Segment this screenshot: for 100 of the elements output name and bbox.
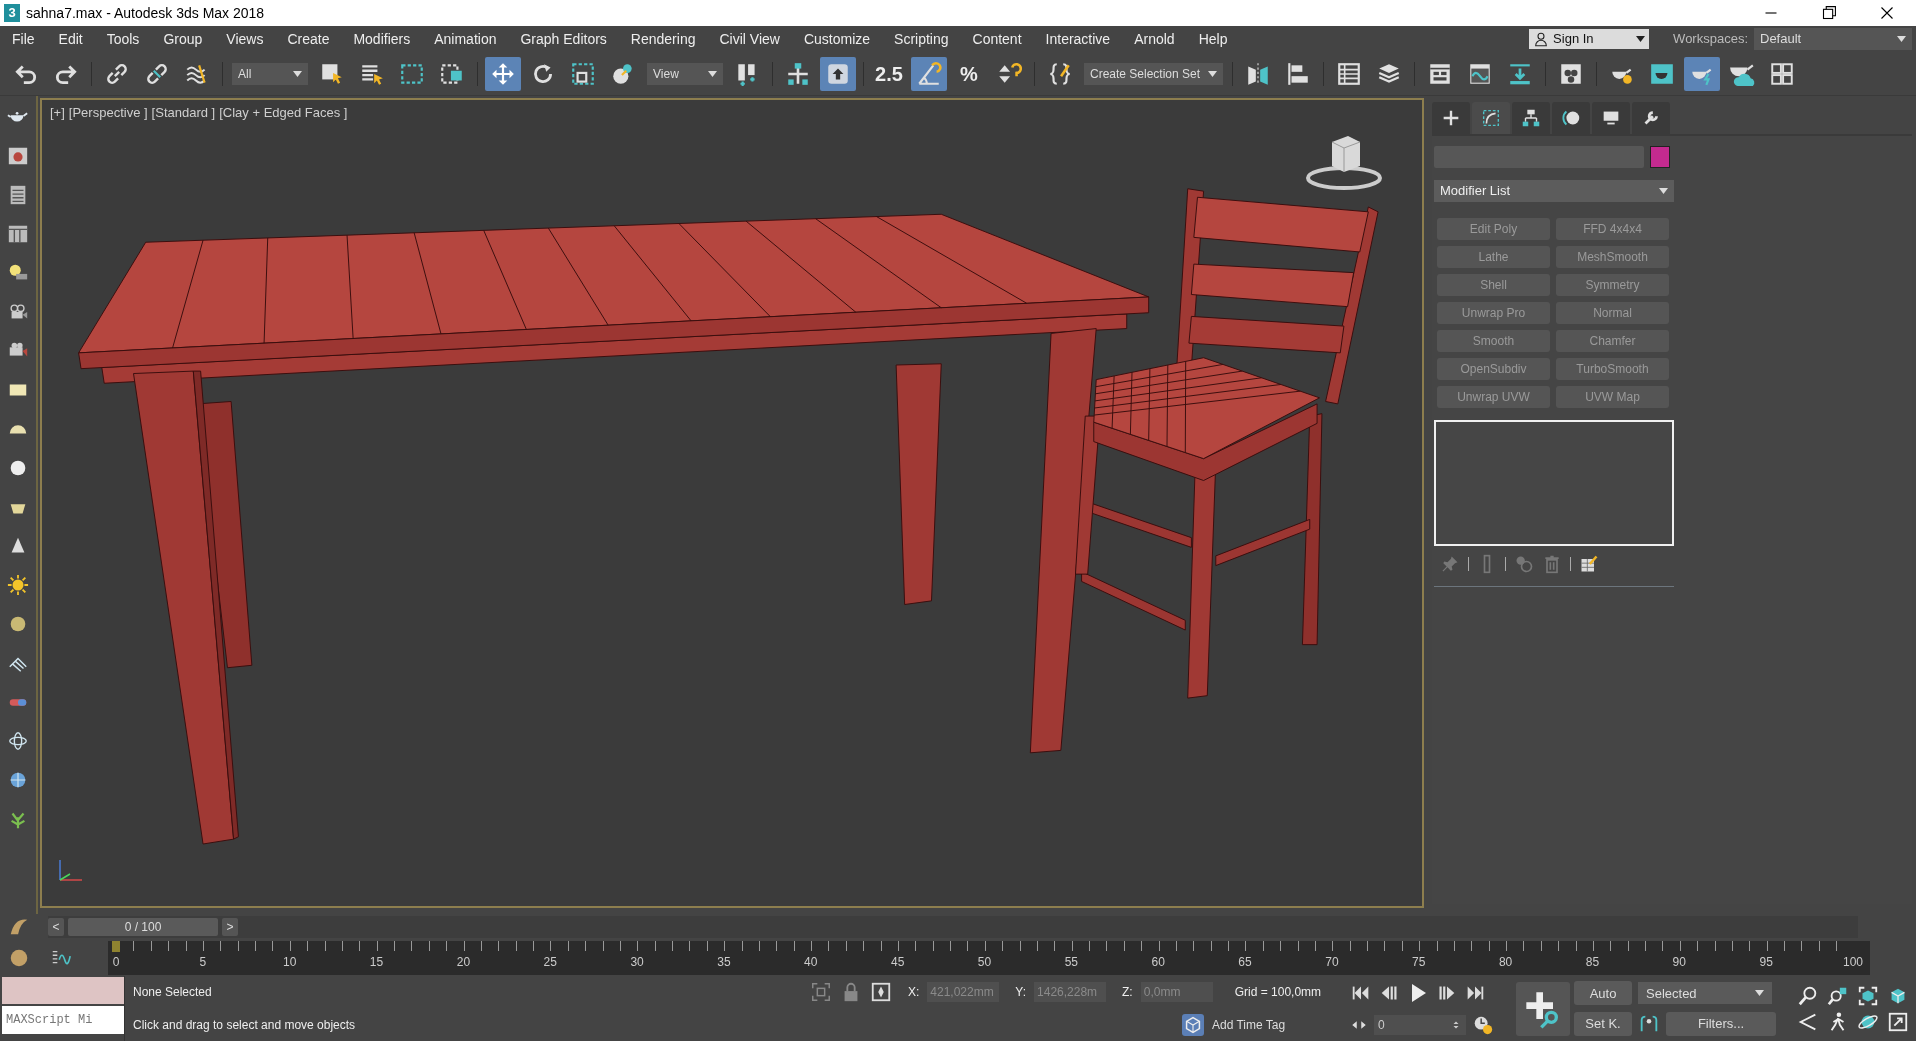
menu-item[interactable]: Animation — [422, 28, 509, 50]
coordinate-label: Z: — [1122, 984, 1133, 1002]
zoom-icon[interactable] — [1797, 984, 1819, 1007]
transform-mode-icon[interactable] — [870, 981, 892, 1004]
table-icon — [1336, 60, 1363, 87]
viewport-menu-label[interactable]: [Clay + Edged Faces ] — [219, 103, 348, 123]
caret-icon — [1636, 36, 1646, 42]
caret-icon — [1208, 70, 1218, 77]
zoom-extents-icon[interactable] — [1857, 984, 1879, 1007]
isolate-icon[interactable] — [810, 981, 832, 1004]
maximize-icon[interactable] — [1887, 1010, 1909, 1033]
axis-cross-icon — [785, 60, 811, 87]
workspace-dropdown[interactable]: Default — [1754, 28, 1912, 50]
command-tab[interactable] — [1472, 102, 1510, 134]
menu-item[interactable]: Views — [214, 28, 276, 50]
maxscript-input-field[interactable]: MAXScript Mi — [2, 1006, 124, 1034]
frame-number: 30 — [630, 954, 644, 971]
next-frame-button[interactable]: > — [222, 918, 238, 936]
edit-table-icon[interactable] — [1579, 554, 1599, 574]
maxscript-output-field[interactable] — [2, 977, 124, 1004]
add-time-tag-label[interactable]: Add Time Tag — [1212, 1015, 1286, 1034]
frame-number: 85 — [1585, 954, 1600, 971]
frame-number: 90 — [1672, 954, 1686, 971]
frame-number: 20 — [456, 954, 471, 971]
prompt-text: Click and drag to select and move objects — [133, 1016, 357, 1034]
frame-number: 25 — [543, 954, 557, 971]
menu-item[interactable]: Arnold — [1122, 28, 1187, 50]
modifier-list-dropdown[interactable]: Modifier List — [1434, 180, 1674, 202]
snap-button[interactable]: 2.5 — [871, 56, 907, 91]
sun-icon[interactable] — [7, 574, 29, 596]
frame-number: 55 — [1064, 954, 1078, 971]
viewport-menu-label[interactable]: [+] — [50, 103, 65, 123]
workspaces-label: Workspaces: — [1673, 30, 1748, 49]
coordinate-label: X: — [908, 984, 920, 1002]
selection-status: None Selected — [133, 984, 213, 1002]
frame-number: 40 — [804, 954, 818, 971]
time-slider-thumb[interactable]: 0 / 100 — [68, 918, 218, 936]
command-tab[interactable] — [1512, 102, 1550, 134]
set-key-button[interactable] — [1516, 982, 1570, 1036]
frame-number: 65 — [1238, 954, 1252, 971]
toolbar-dropdown[interactable]: Create Selection Set — [1084, 62, 1224, 85]
toolbar-button[interactable] — [911, 56, 947, 91]
frame-number: 80 — [1498, 954, 1513, 971]
toolbar-button[interactable] — [485, 56, 521, 91]
render-window-icon[interactable] — [7, 145, 29, 167]
caret-icon — [1755, 990, 1764, 997]
toolbar-button[interactable] — [820, 56, 856, 91]
toolbar-dropdown[interactable]: All — [232, 62, 308, 85]
toolbar-button[interactable] — [1684, 56, 1721, 91]
sign-in-dropdown[interactable]: Sign In — [1529, 29, 1650, 49]
menu-item[interactable]: Tools — [94, 28, 152, 50]
menu-item[interactable]: Modifiers — [341, 28, 423, 50]
clock-gear-icon[interactable] — [1472, 1014, 1494, 1037]
key-set-dropdown[interactable]: Selected — [1638, 982, 1772, 1005]
menu-item[interactable]: Content — [960, 28, 1034, 50]
timeline-ruler[interactable]: 0 5 10 15 20 25 30 35 40 45 50 55 60 65 70 75 80 85 90 95 100 — [108, 941, 1870, 975]
frame-number: 50 — [977, 954, 992, 971]
set-key-mode-button[interactable]: Set K. — [1574, 1011, 1632, 1036]
previous-frame-button[interactable]: < — [48, 918, 64, 936]
menu-item[interactable]: Customize — [791, 28, 883, 50]
frame-number: 45 — [890, 954, 905, 971]
toolbar-dropdown[interactable]: View — [647, 62, 723, 85]
menu-item[interactable]: File — [0, 28, 47, 50]
braces-icon — [1047, 60, 1073, 87]
sphere-icon[interactable] — [8, 947, 30, 969]
menu-item[interactable]: Scripting — [882, 28, 961, 50]
menu-item[interactable]: Interactive — [1033, 28, 1123, 50]
menu-item[interactable]: Edit — [46, 28, 95, 50]
atom-icon[interactable] — [7, 730, 29, 752]
menu-item[interactable]: Civil View — [707, 28, 792, 50]
menu-item[interactable]: Create — [275, 28, 342, 50]
frame-number: 0 — [112, 954, 120, 971]
menu-item[interactable]: Help — [1186, 28, 1240, 50]
command-tab[interactable] — [1592, 102, 1630, 134]
time-slider-track[interactable]: < 0 / 100 > — [48, 916, 1858, 938]
caret-icon — [1897, 36, 1906, 42]
frame-number: 15 — [369, 954, 384, 971]
command-tab[interactable] — [1432, 102, 1470, 134]
current-frame-marker[interactable] — [112, 941, 120, 952]
coordinate-label: Y: — [1015, 984, 1027, 1002]
menu-item[interactable]: Graph Editors — [508, 28, 619, 50]
menu-item[interactable]: Rendering — [618, 28, 708, 50]
person-icon — [1533, 31, 1550, 47]
frame-number: 60 — [1151, 954, 1165, 971]
viewport-menu-label[interactable]: [Standard ] — [151, 103, 216, 123]
menu-item[interactable]: Group — [151, 28, 215, 50]
window-title: sahna7.max - Autodesk 3ds Max 2018 — [26, 3, 265, 23]
key-filters-button[interactable]: Filters... — [1666, 1011, 1776, 1036]
modifier-stack-list[interactable] — [1434, 420, 1674, 546]
snap-button[interactable]: % — [951, 56, 987, 91]
caret-icon — [708, 70, 717, 77]
panel-icon[interactable] — [7, 223, 29, 245]
command-tab[interactable] — [1632, 102, 1670, 134]
frame-number: 95 — [1759, 954, 1773, 971]
auto-key-button[interactable]: Auto — [1574, 981, 1632, 1006]
command-tab[interactable] — [1552, 102, 1590, 134]
frame-number: 35 — [717, 954, 731, 971]
viewport-menu-label[interactable]: [Perspective ] — [68, 103, 148, 123]
object-color-swatch[interactable] — [1650, 146, 1670, 168]
current-frame-field[interactable]: 0 — [1374, 1015, 1466, 1036]
